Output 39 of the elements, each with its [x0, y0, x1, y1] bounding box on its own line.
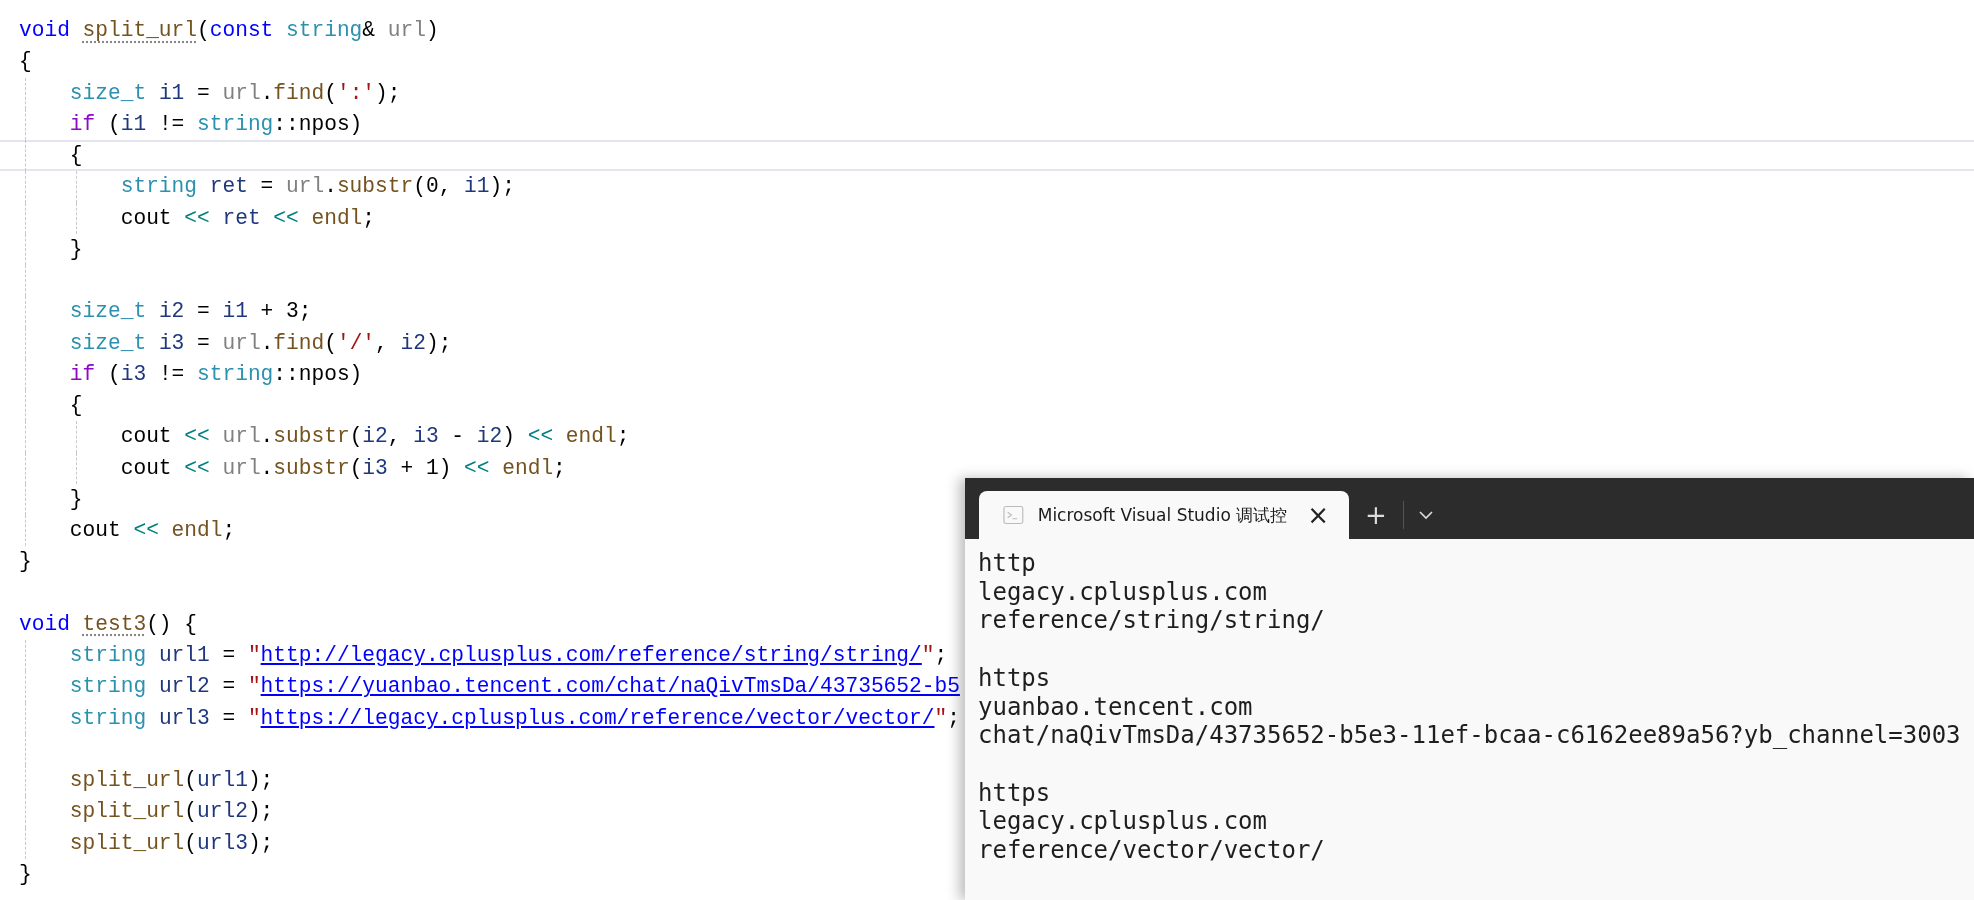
- new-tab-button[interactable]: +: [1355, 495, 1397, 535]
- code-line: }: [68, 486, 83, 511]
- console-line: https: [978, 663, 1052, 693]
- code-line: split_url(url1);: [68, 768, 274, 792]
- code-line: }: [19, 861, 32, 886]
- console-line: reference/string/string/: [978, 606, 1326, 636]
- terminal-tab[interactable]: Microsoft Visual Studio 调试控 ×: [979, 491, 1349, 539]
- code-line: string url2 = "https://yuanbao.tencent.com/chat/naQivTmsDa/43735652-b5: [68, 674, 960, 699]
- code-line: void split_url(const string& url): [19, 18, 439, 42]
- code-line: size_t i3 = url.find('/', i2);: [68, 330, 452, 355]
- code-line: cout << url.substr(i3 + 1) << endl;: [119, 455, 566, 480]
- code-line: {: [68, 393, 83, 417]
- console-line: legacy.cplusplus.com: [978, 577, 1268, 607]
- code-line: string url3 = "https://legacy.cplusplus.com/reference/vector/vector/";: [68, 705, 960, 730]
- code-line: if (i1 != string::npos): [68, 111, 363, 136]
- code-line: string ret = url.substr(0, i1);: [119, 174, 515, 199]
- code-line: {: [19, 49, 32, 74]
- console-line: http: [978, 549, 1037, 578]
- code-line: if (i3 != string::npos): [68, 361, 363, 386]
- console-line: legacy.cplusplus.com: [978, 807, 1268, 836]
- code-line: string url1 = "http://legacy.cplusplus.com/reference/string/string/";: [68, 643, 948, 667]
- code-line: cout << url.substr(i2, i3 - i2) << endl;: [119, 424, 630, 449]
- terminal-icon: [1003, 505, 1024, 525]
- chevron-down-icon: [1417, 510, 1434, 520]
- console-line: yuanbao.tencent.com: [978, 692, 1254, 722]
- code-line: split_url(url2);: [68, 799, 274, 824]
- code-line: {: [68, 143, 83, 167]
- console-line: chat/naQivTmsDa/43735652-b5e3-11ef-bcaa-c6162ee89a56?yb_channel=3003: [978, 721, 1962, 750]
- code-line: }: [19, 549, 32, 574]
- code-line: size_t i1 = url.find(':');: [68, 80, 401, 105]
- code-line: cout << endl;: [68, 518, 236, 542]
- console-line: reference/vector/vector/: [978, 836, 1326, 865]
- code-line: size_t i2 = i1 + 3;: [68, 299, 312, 324]
- code-line: }: [68, 236, 83, 261]
- code-line: cout << ret << endl;: [119, 205, 376, 230]
- code-line: split_url(url3);: [68, 830, 274, 855]
- close-button[interactable]: ×: [1301, 502, 1335, 528]
- code-line: void test3() {: [19, 611, 197, 636]
- console-line: https: [978, 778, 1052, 808]
